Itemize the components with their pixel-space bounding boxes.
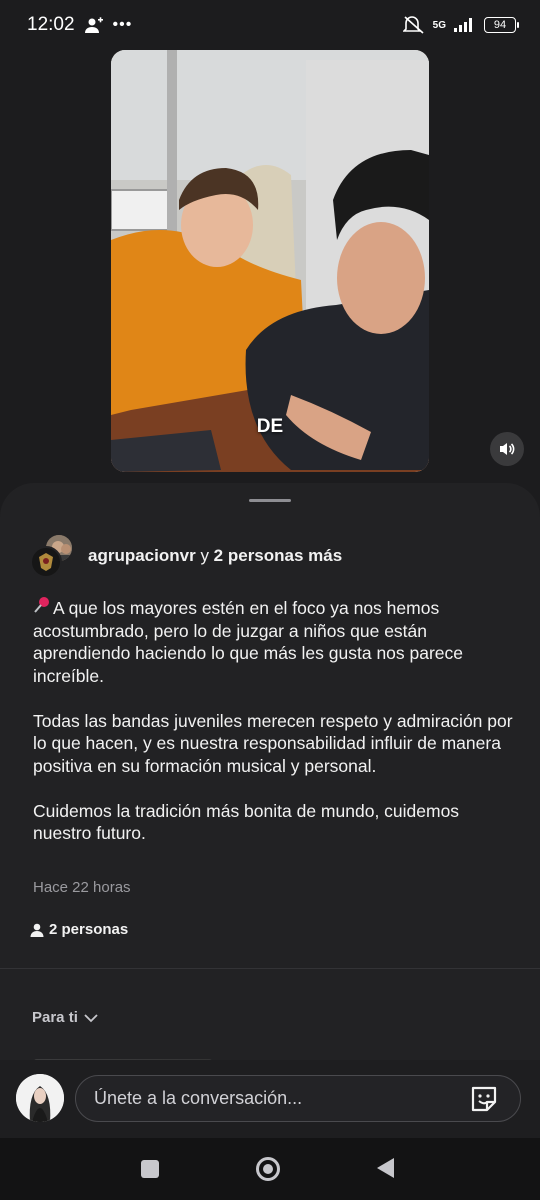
comment-sort-dropdown[interactable]: Para ti [32, 1009, 98, 1026]
sticker-button[interactable] [469, 1084, 499, 1114]
post-caption: A que los mayores estén en el foco ya no… [33, 596, 513, 867]
person-icon [30, 923, 44, 937]
comment-input[interactable] [75, 1075, 521, 1122]
video-player[interactable]: DE [111, 50, 429, 472]
person-add-icon [84, 17, 103, 33]
status-bar: 12:02 ••• 5G 94 [0, 0, 540, 50]
caption-paragraph: A que los mayores estén en el foco ya no… [33, 598, 464, 686]
author-avatars[interactable] [30, 533, 76, 579]
post-sheet: agrupacionvr y 2 personas más A que los … [0, 483, 540, 1138]
battery-icon: 94 [484, 17, 519, 33]
caption-paragraph: Cuidemos la tradición más bonita de mund… [33, 800, 460, 844]
network-type: 5G [432, 19, 446, 31]
sort-label: Para ti [32, 1009, 78, 1026]
caption-paragraph: Todas las bandas juveniles merecen respe… [33, 710, 513, 776]
user-avatar[interactable] [16, 1074, 64, 1122]
author-avatar [30, 546, 62, 578]
system-nav-bar [0, 1138, 540, 1200]
comment-composer [0, 1060, 540, 1138]
pin-icon [33, 596, 53, 620]
video-caption: DE [256, 416, 284, 437]
post-authors[interactable]: agrupacionvr y 2 personas más [30, 533, 342, 579]
drag-handle[interactable] [249, 499, 291, 502]
video-frame [111, 50, 429, 472]
battery-level: 94 [493, 19, 507, 31]
signal-icon [454, 18, 472, 32]
author-connector: y [200, 546, 209, 565]
home-icon [263, 1164, 273, 1174]
volume-icon [500, 443, 515, 455]
more-icon: ••• [112, 16, 133, 33]
divider [0, 968, 540, 969]
tagged-people-button[interactable]: 2 personas [30, 921, 128, 938]
chevron-down-icon [84, 1013, 98, 1022]
recents-button[interactable] [141, 1160, 159, 1178]
volume-button[interactable] [490, 432, 524, 466]
coauthors-link[interactable]: 2 personas más [214, 546, 343, 565]
home-button[interactable] [256, 1157, 280, 1181]
mute-icon [402, 16, 424, 34]
author-line[interactable]: agrupacionvr y 2 personas más [88, 546, 342, 566]
sticker-icon [471, 1086, 497, 1112]
author-name[interactable]: agrupacionvr [88, 546, 196, 565]
post-timestamp: Hace 22 horas [33, 879, 131, 896]
status-time: 12:02 [27, 14, 75, 35]
back-button[interactable] [377, 1158, 394, 1178]
people-count: 2 personas [49, 921, 129, 938]
